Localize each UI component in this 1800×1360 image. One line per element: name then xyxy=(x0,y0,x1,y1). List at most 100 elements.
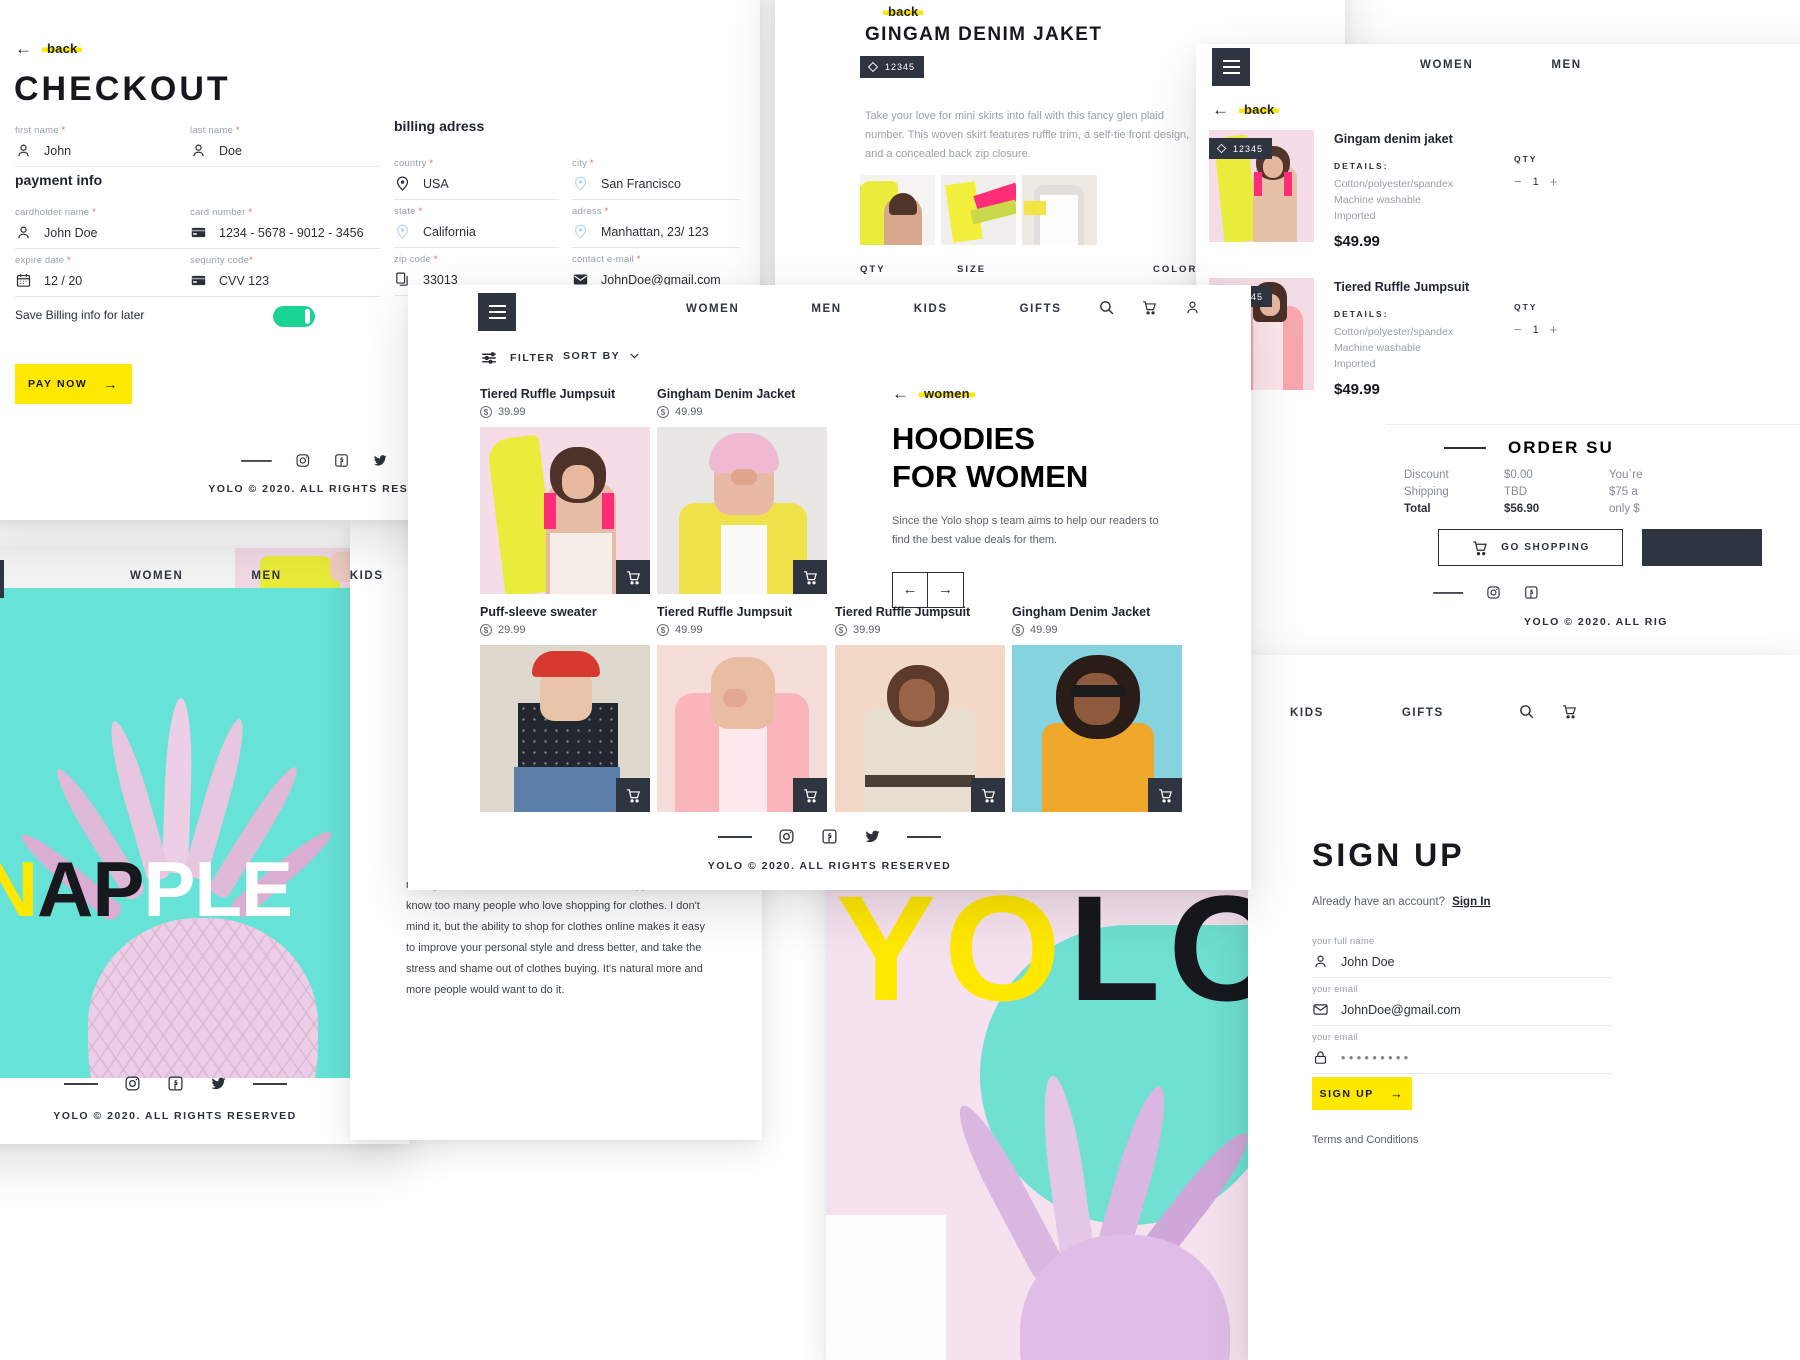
product-card[interactable]: Gingham Denim Jacket $49.99 xyxy=(657,387,827,594)
cart-qty-increment[interactable]: + xyxy=(1550,322,1558,337)
signup-email-field[interactable]: your email JohnDoe@gmail.com xyxy=(1312,984,1612,1026)
save-billing-toggle[interactable] xyxy=(273,306,315,327)
add-to-cart-button[interactable] xyxy=(971,778,1005,812)
country-field[interactable]: country * USA xyxy=(394,158,559,200)
security-code-field[interactable]: sequrity code* CVV 123 xyxy=(190,255,380,297)
product-image[interactable] xyxy=(657,645,827,812)
product-card[interactable]: Puff-sleeve sweater $29.99 xyxy=(480,605,650,812)
instagram-icon[interactable] xyxy=(778,828,795,845)
cart-qty-decrement[interactable]: − xyxy=(1514,174,1522,189)
tag-icon xyxy=(1216,143,1227,154)
last-name-field[interactable]: last name * Doe xyxy=(190,125,380,167)
cart-back-button[interactable]: ← back xyxy=(1212,100,1280,119)
state-field[interactable]: state * California xyxy=(394,206,559,248)
sort-by-dropdown[interactable]: SORT BY xyxy=(563,349,641,362)
security-code-value: CVV 123 xyxy=(219,273,270,288)
card-number-field[interactable]: card number * 1234 - 5678 - 9012 - 3456 xyxy=(190,207,380,249)
cart-nav-men[interactable]: MEN xyxy=(1551,59,1581,71)
signup-password-field[interactable]: your email • • • • • • • • • xyxy=(1312,1032,1612,1074)
editorial-prev-button[interactable]: ← xyxy=(892,571,928,608)
catalog-menu-button[interactable] xyxy=(478,293,516,331)
signup-button[interactable]: SIGN UP → xyxy=(1312,1077,1412,1110)
instagram-icon[interactable] xyxy=(124,1075,141,1092)
twitter-icon[interactable] xyxy=(373,453,388,468)
arrow-left-icon: ← xyxy=(1212,100,1229,119)
product-card[interactable]: Tiered Ruffle Jumpsuit $49.99 xyxy=(657,605,827,812)
account-icon[interactable] xyxy=(1184,299,1201,316)
product-card[interactable]: Tiered Ruffle Jumpsuit $39.99 xyxy=(835,605,1005,812)
search-icon[interactable] xyxy=(1518,703,1535,720)
product-price: 49.99 xyxy=(675,406,703,418)
add-to-cart-button[interactable] xyxy=(616,778,650,812)
product-price: 49.99 xyxy=(1030,624,1058,636)
product-image[interactable] xyxy=(657,427,827,594)
divider-left xyxy=(718,835,752,838)
cart-icon[interactable] xyxy=(1141,299,1158,316)
pdp-thumb-1[interactable] xyxy=(860,175,935,245)
hero-nav-men[interactable]: MEN xyxy=(251,570,281,582)
user-icon xyxy=(1315,955,1326,968)
go-shopping-button[interactable]: GO SHOPPING xyxy=(1438,529,1623,566)
product-image[interactable] xyxy=(835,645,1005,812)
product-price: 49.99 xyxy=(675,624,703,636)
product-image[interactable] xyxy=(1012,645,1182,812)
pay-now-button[interactable]: PAY NOW → xyxy=(15,364,132,404)
catalog-nav-gifts[interactable]: GIFTS xyxy=(1020,303,1062,315)
product-image[interactable] xyxy=(480,427,650,594)
editorial-title-line-1: HOODIES xyxy=(892,421,1035,456)
terms-link[interactable]: Terms and Conditions xyxy=(1312,1134,1418,1146)
cart-item-detail-3: Imported xyxy=(1334,358,1376,370)
cart-qty-increment[interactable]: + xyxy=(1550,174,1558,189)
sign-in-link[interactable]: Sign In xyxy=(1452,896,1490,908)
cart-qty-decrement[interactable]: − xyxy=(1514,322,1522,337)
yolo-letter-2: O xyxy=(944,864,1061,1032)
instagram-icon[interactable] xyxy=(1486,585,1501,600)
cart-icon[interactable] xyxy=(1561,703,1578,720)
search-icon[interactable] xyxy=(1098,299,1115,316)
expire-date-field[interactable]: expire date * 12 / 20 xyxy=(15,255,205,297)
city-field[interactable]: city * San Francisco xyxy=(572,158,740,200)
first-name-field[interactable]: first name * John xyxy=(15,125,205,167)
menu-button[interactable] xyxy=(0,560,4,598)
facebook-icon[interactable] xyxy=(334,453,349,468)
filter-button[interactable]: FILTER xyxy=(480,349,555,367)
cart-item-detail-2: Machine washable xyxy=(1334,342,1421,354)
instagram-icon[interactable] xyxy=(295,453,310,468)
facebook-icon[interactable] xyxy=(1524,585,1539,600)
product-title: Gingham Denim Jacket xyxy=(1012,605,1151,619)
address-field[interactable]: adress * Manhattan, 23/ 123 xyxy=(572,206,740,248)
pdp-thumb-3[interactable] xyxy=(1022,175,1097,245)
cart-secondary-button[interactable] xyxy=(1642,529,1762,566)
pdp-back-button[interactable]: back xyxy=(883,4,924,19)
facebook-icon[interactable] xyxy=(821,828,838,845)
catalog-nav-kids[interactable]: KIDS xyxy=(914,303,948,315)
catalog-nav-women[interactable]: WOMEN xyxy=(686,303,739,315)
add-to-cart-button[interactable] xyxy=(793,560,827,594)
twitter-icon[interactable] xyxy=(210,1075,227,1092)
catalog-nav-men[interactable]: MEN xyxy=(811,303,841,315)
product-card[interactable]: Gingham Denim Jacket $49.99 xyxy=(1012,605,1182,812)
facebook-icon[interactable] xyxy=(167,1075,184,1092)
pdp-thumb-2[interactable] xyxy=(941,175,1016,245)
hero-nav-women[interactable]: WOMEN xyxy=(130,570,183,582)
twitter-icon[interactable] xyxy=(864,828,881,845)
cart-item-detail-1: Cotton/polyester/spandex xyxy=(1334,326,1454,338)
summary-label: Shipping xyxy=(1404,486,1449,498)
checkout-back-button[interactable]: ← back xyxy=(15,40,83,57)
add-to-cart-button[interactable] xyxy=(1148,778,1182,812)
cardholder-name-field[interactable]: cardholder name * John Doe xyxy=(15,207,205,249)
signup-nav-gifts[interactable]: GIFTS xyxy=(1402,707,1444,719)
editorial-next-button[interactable]: → xyxy=(928,571,964,608)
cart-nav-women[interactable]: WOMEN xyxy=(1420,59,1473,71)
hero-nav-kids[interactable]: KIDS xyxy=(350,570,384,582)
hero-word-part-1: PIN xyxy=(0,845,38,933)
signup-nav-kids[interactable]: KIDS xyxy=(1290,707,1324,719)
add-to-cart-button[interactable] xyxy=(793,778,827,812)
cart-menu-button[interactable] xyxy=(1212,48,1250,86)
editorial-back-button[interactable]: ← women xyxy=(892,385,1212,402)
product-image[interactable] xyxy=(480,645,650,812)
add-to-cart-button[interactable] xyxy=(616,560,650,594)
cart-item-image[interactable]: 12345 xyxy=(1209,130,1314,242)
product-card[interactable]: Tiered Ruffle Jumpsuit $39.99 xyxy=(480,387,650,594)
signup-full-name-field[interactable]: your full name John Doe xyxy=(1312,936,1612,978)
